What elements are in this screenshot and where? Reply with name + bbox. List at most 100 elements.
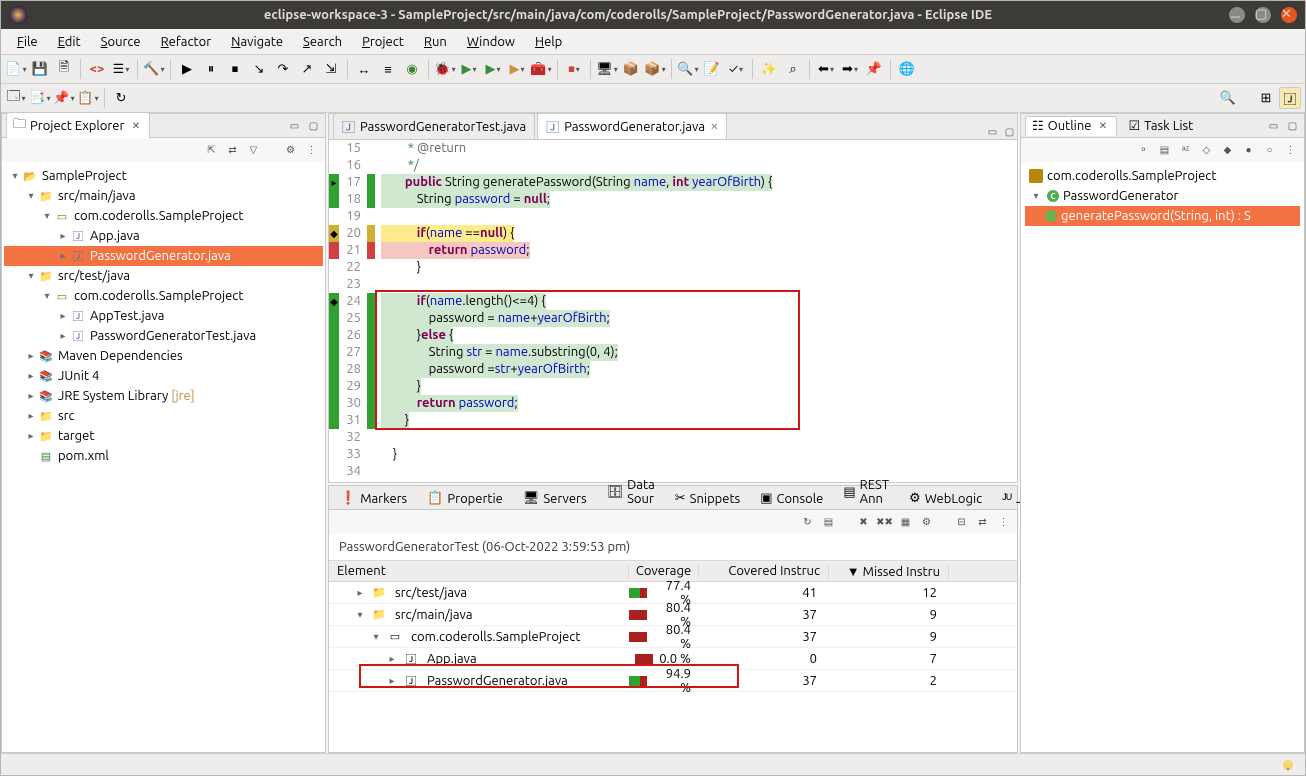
tree-item[interactable]: ▸📚Maven Dependencies xyxy=(4,346,323,366)
collapse-all-icon[interactable]: ⇱ xyxy=(204,143,219,158)
step-into-icon[interactable]: ↘ xyxy=(248,58,270,80)
tree-item[interactable]: ▾📂SampleProject xyxy=(4,166,323,186)
debug-stop-icon[interactable]: ⏹ xyxy=(224,58,246,80)
outline-maximize-button[interactable]: ▢ xyxy=(1285,118,1300,133)
bottom-tab-markers[interactable]: ❗Markers xyxy=(333,488,414,509)
step-return-icon[interactable]: ↗ xyxy=(296,58,318,80)
menu-edit[interactable]: Edit xyxy=(48,32,91,52)
tree-item[interactable]: ▸📁target xyxy=(4,426,323,446)
hide-static-icon[interactable]: ◆ xyxy=(1220,143,1235,158)
java-perspective-button[interactable]: 🄹 xyxy=(1279,87,1301,109)
editor-tab[interactable]: 🄹PasswordGeneratorTest.java xyxy=(333,113,535,139)
build-button[interactable]: 🔨 xyxy=(143,58,165,80)
quick-access-icon[interactable]: 🔍 xyxy=(1217,87,1239,109)
git-switch-icon[interactable]: <> xyxy=(86,58,108,80)
new-button[interactable]: 📄 xyxy=(5,58,27,80)
menu-file[interactable]: File xyxy=(7,32,48,52)
project-explorer-tab[interactable]: 🗀 Project Explorer ✕ xyxy=(6,112,150,139)
bottom-tab-propertie[interactable]: 📋Propertie xyxy=(420,488,510,509)
collapse-icon[interactable]: ⊟ xyxy=(954,515,969,530)
menu-navigate[interactable]: Navigate xyxy=(221,32,293,52)
coverage-run-icon[interactable]: ◉ xyxy=(401,58,423,80)
wizard-icon[interactable]: ✨ xyxy=(758,58,780,80)
bottom-tab-weblogic[interactable]: ⚙WebLogic xyxy=(902,488,989,509)
outline-close-icon[interactable]: ✕ xyxy=(1095,119,1110,134)
link-icon[interactable]: ⇄ xyxy=(975,515,990,530)
tree-item[interactable]: ▸🄹PasswordGenerator.java xyxy=(4,246,323,266)
outline-tab[interactable]: ☷ Outline ✕ xyxy=(1025,116,1117,136)
tree-item[interactable]: ▤pom.xml xyxy=(4,446,323,466)
pin-editor-icon[interactable]: 📌 xyxy=(863,58,885,80)
az-icon[interactable]: ᵃᶻ xyxy=(1178,143,1193,158)
run-button[interactable]: ▶ xyxy=(458,58,480,80)
tree-item[interactable]: ▾📁src/main/java xyxy=(4,186,323,206)
tree-item[interactable]: ▸📚JUnit 4 xyxy=(4,366,323,386)
tree-item[interactable]: ▸📁src xyxy=(4,406,323,426)
menu-refactor[interactable]: Refactor xyxy=(151,32,222,52)
save-button[interactable]: 💾 xyxy=(29,58,51,80)
tree-item[interactable]: ▾▭com.coderolls.SampleProject xyxy=(4,286,323,306)
menu-source[interactable]: Source xyxy=(91,32,151,52)
remove-all-icon[interactable]: ✖✖ xyxy=(877,515,892,530)
browser-icon[interactable]: 🌐 xyxy=(896,58,918,80)
outline-menu-icon[interactable]: ⋮ xyxy=(1283,143,1298,158)
view-maximize-button[interactable]: ▢ xyxy=(306,118,321,133)
coverage-table[interactable]: Element Coverage Covered Instruc ▼ Misse… xyxy=(329,560,1017,752)
menu-search[interactable]: Search xyxy=(293,32,352,52)
drop-to-frame-icon[interactable]: ⇲ xyxy=(320,58,342,80)
focus-task-icon[interactable]: ⚙ xyxy=(283,143,298,158)
coverage-row[interactable]: ▸🄹PasswordGenerator.java94.9 %372 xyxy=(329,670,1017,692)
debug-resume-icon[interactable]: ▶ xyxy=(176,58,198,80)
merge-icon[interactable]: ▦ xyxy=(898,515,913,530)
window-close-button[interactable]: ✕ xyxy=(1281,7,1297,23)
tree-item[interactable]: ▸🄹PasswordGeneratorTest.java xyxy=(4,326,323,346)
pin-icon[interactable]: 📌 xyxy=(53,87,75,109)
window-maximize-button[interactable]: ▢ xyxy=(1255,7,1271,23)
link-editor-icon[interactable]: ⇄ xyxy=(225,143,240,158)
launch-group-icon[interactable]: 🗔 xyxy=(5,87,27,109)
skip-breakpoints-icon[interactable]: ↔ xyxy=(353,58,375,80)
tree-item[interactable]: ▾📁src/test/java xyxy=(4,266,323,286)
relaunch-icon[interactable]: ↻ xyxy=(800,515,815,530)
search-icon[interactable]: 🔍 xyxy=(677,58,699,80)
filter-icon[interactable]: ▽ xyxy=(246,143,261,158)
bottom-tab-snippets[interactable]: ✂Snippets xyxy=(668,488,747,509)
gears-icon[interactable]: ⚙ xyxy=(919,515,934,530)
bottom-tab-console[interactable]: ▣Console xyxy=(753,488,830,509)
menu-help[interactable]: Help xyxy=(525,32,572,52)
task-add-icon[interactable]: 📋 xyxy=(77,87,99,109)
tasklist-tab[interactable]: ☑ Task List xyxy=(1121,116,1200,136)
task-icon[interactable]: ✓ xyxy=(725,58,747,80)
save-all-button[interactable]: 🗎 xyxy=(53,58,75,80)
remove-session-icon[interactable]: ✖ xyxy=(856,515,871,530)
server-stop-icon[interactable]: ⏹ xyxy=(563,58,585,80)
type-icon[interactable]: 📦 xyxy=(644,58,666,80)
menu-window[interactable]: Window xyxy=(457,32,525,52)
coverage-row[interactable]: ▾▭com.coderolls.SampleProject80.4 %379 xyxy=(329,626,1017,648)
restart-icon[interactable]: ↻ xyxy=(110,87,132,109)
col-coverage[interactable]: Coverage xyxy=(629,564,699,578)
bottom-tab-servers[interactable]: 🖥Servers xyxy=(516,488,594,509)
outline-item[interactable]: com.coderolls.SampleProject xyxy=(1025,166,1300,186)
view-menu2-icon[interactable]: ⋮ xyxy=(996,515,1011,530)
hide-nonpublic-icon[interactable]: ● xyxy=(1241,143,1256,158)
editor-tab[interactable]: 🄹PasswordGenerator.java✕ xyxy=(537,113,727,139)
tree-item[interactable]: ▾▭com.coderolls.SampleProject xyxy=(4,206,323,226)
forward-button[interactable]: ➡ xyxy=(839,58,861,80)
tree-item[interactable]: ▸🄹AppTest.java xyxy=(4,306,323,326)
open-type-icon[interactable]: ⌕ xyxy=(782,58,804,80)
menu-project[interactable]: Project xyxy=(352,32,414,52)
debug-pause-icon[interactable]: ⏸ xyxy=(200,58,222,80)
col-missed[interactable]: ▼ Missed Instru xyxy=(829,564,949,579)
new-server-icon[interactable]: 🖥 xyxy=(596,58,618,80)
tree-item[interactable]: ▸📚JRE System Library [jre] xyxy=(4,386,323,406)
hide-local-icon[interactable]: ○ xyxy=(1262,143,1277,158)
package-icon[interactable]: 📦 xyxy=(620,58,642,80)
annotate-icon[interactable]: 📝 xyxy=(701,58,723,80)
focus-icon[interactable]: ⚬ xyxy=(1136,143,1151,158)
open-perspective-icon[interactable]: ⊞ xyxy=(1255,87,1277,109)
run-last-button[interactable]: ▶ xyxy=(506,58,528,80)
hide-fields-icon[interactable]: ◇ xyxy=(1199,143,1214,158)
view-minimize-button[interactable]: ▭ xyxy=(287,118,302,133)
coverage-button[interactable]: ▶ xyxy=(482,58,504,80)
